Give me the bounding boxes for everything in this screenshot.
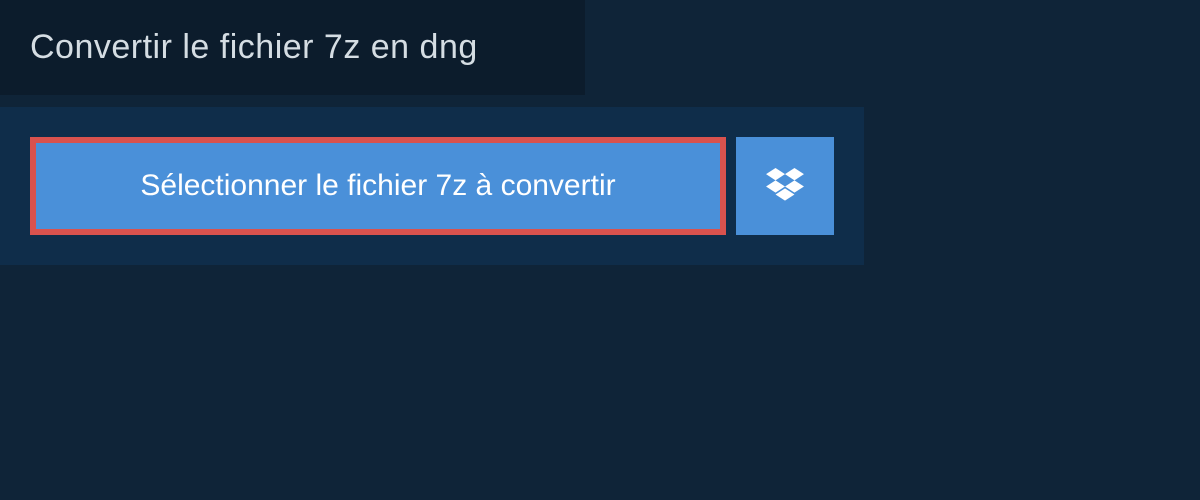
- select-file-label: Sélectionner le fichier 7z à convertir: [140, 169, 615, 203]
- page-title: Convertir le fichier 7z en dng: [30, 28, 585, 67]
- upload-container: Sélectionner le fichier 7z à convertir: [0, 107, 864, 265]
- dropbox-icon: [766, 168, 804, 204]
- header-section: Convertir le fichier 7z en dng: [0, 0, 585, 95]
- dropbox-button[interactable]: [736, 137, 834, 235]
- select-file-button[interactable]: Sélectionner le fichier 7z à convertir: [30, 137, 726, 235]
